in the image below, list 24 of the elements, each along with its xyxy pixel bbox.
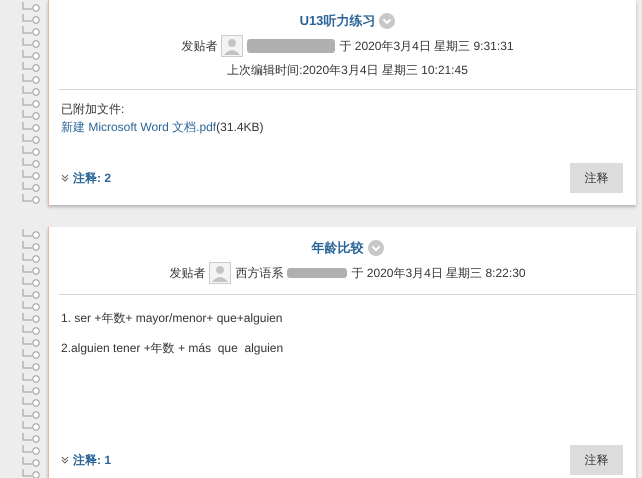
comments-toggle[interactable]: 注释: 1 (61, 452, 112, 468)
avatar-icon (221, 35, 244, 57)
avatar-icon (209, 262, 232, 284)
comment-button[interactable]: 注释 (570, 445, 623, 475)
redaction-mark (287, 268, 348, 278)
file-size: (31.4KB) (216, 120, 264, 134)
comments-toggle[interactable]: 注释: 2 (61, 170, 112, 186)
post-date: 于 2020年3月4日 星期三 8:22:30 (351, 264, 526, 282)
edited-time: 上次编辑时间:2020年3月4日 星期三 10:21:45 (227, 62, 468, 79)
post-title[interactable]: 年龄比较 (312, 239, 364, 257)
post-title[interactable]: U13听力练习 (300, 12, 376, 30)
comment-button[interactable]: 注释 (570, 163, 623, 193)
posted-by-label: 发贴者 (181, 38, 218, 54)
author-name: 西方语系 (235, 264, 284, 282)
double-chevron-icon (61, 456, 69, 464)
posted-by-label: 发贴者 (169, 264, 206, 282)
double-chevron-icon (61, 174, 69, 182)
attachment-label: 已附加文件: (61, 101, 126, 118)
chevron-down-icon[interactable] (368, 240, 384, 256)
post-date: 于 2020年3月4日 星期三 9:31:31 (339, 38, 514, 54)
post-paragraph: 1. ser +年数+ mayor/menor+ que+alguien (61, 310, 284, 327)
chevron-down-icon[interactable] (379, 13, 396, 29)
post-paragraph: 2.alguien tener +年数 + más que alguien (61, 340, 284, 357)
attachment-link[interactable]: 新建 Microsoft Word 文档.pdf (61, 120, 216, 134)
